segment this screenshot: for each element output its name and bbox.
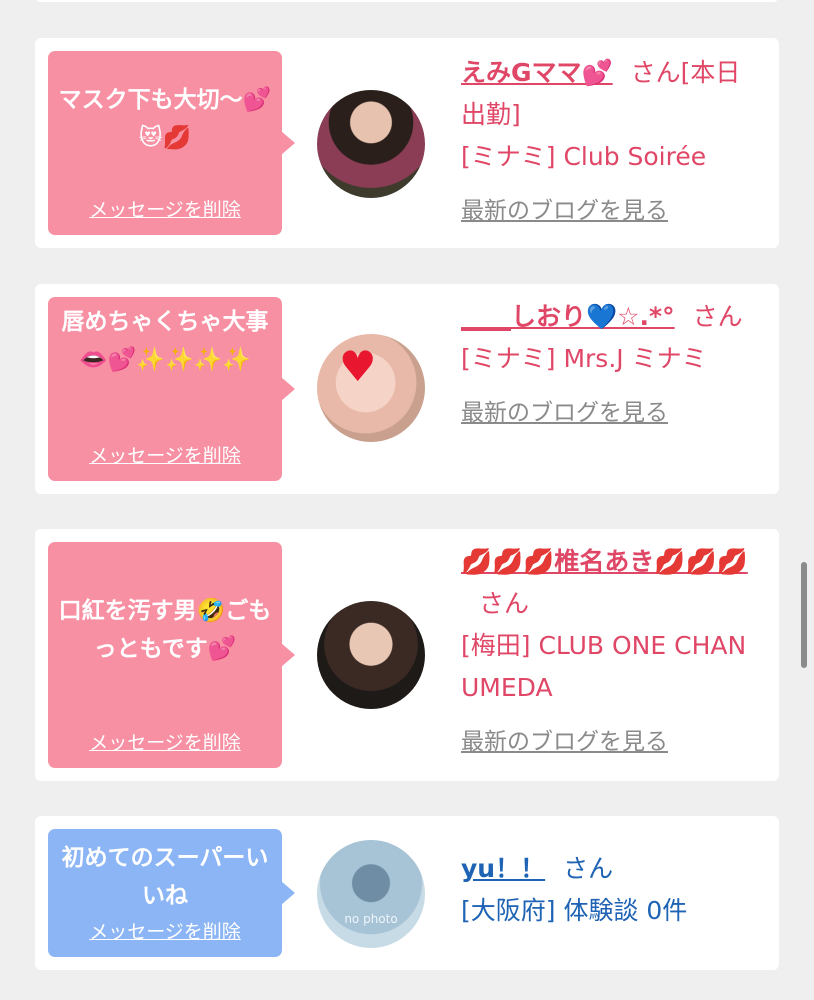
message-bubble: 初めてのスーパーいいね メッセージを削除 <box>48 829 295 957</box>
sender-name-link[interactable]: 💋💋💋椎名あき💋💋💋 <box>461 547 748 576</box>
message-card: マスク下も大切〜💕😻💋 メッセージを削除 えみGママ💕 さん[本日出勤] [ミナミ… <box>35 38 779 248</box>
avatar[interactable]: ♥ <box>317 334 425 442</box>
sender-info: 💋💋💋椎名あき💋💋💋 さん [梅田] CLUB ONE CHAN UMEDA 最新… <box>461 541 761 763</box>
sender-name-link[interactable]: ____しおり💙☆.*° <box>461 302 675 331</box>
message-bubble: 唇めちゃくちゃ大事👄💕✨✨✨✨ メッセージを削除 <box>48 297 295 481</box>
sender-suffix: さん <box>692 302 743 331</box>
sender-info: えみGママ💕 さん[本日出勤] [ミナミ] Club Soirée 最新のブログを… <box>461 52 761 232</box>
delete-message-link[interactable]: メッセージを削除 <box>48 724 282 762</box>
sender-info: ____しおり💙☆.*° さん [ミナミ] Mrs.J ミナミ 最新のブログを見る <box>461 296 761 434</box>
message-text: 口紅を汚す男🤣ごもっともです💕 <box>58 598 272 662</box>
shop-name: [大阪府] 体験談 0件 <box>461 896 688 925</box>
no-photo-label: no photo <box>344 912 398 926</box>
message-card: 唇めちゃくちゃ大事👄💕✨✨✨✨ メッセージを削除 ♥ ____しおり💙☆.*° さ… <box>35 284 779 494</box>
previous-card-edge <box>35 0 779 2</box>
sender-info: yu！！ さん [大阪府] 体験談 0件 <box>461 848 761 932</box>
avatar[interactable] <box>317 90 425 198</box>
avatar[interactable]: no photo <box>317 840 425 948</box>
avatar[interactable] <box>317 601 425 709</box>
message-card: 初めてのスーパーいいね メッセージを削除 no photo yu！！ さん [大阪… <box>35 816 779 970</box>
delete-message-link[interactable]: メッセージを削除 <box>48 437 282 475</box>
latest-blog-link[interactable]: 最新のブログを見る <box>461 392 761 434</box>
message-text: 初めてのスーパーいいね <box>61 845 269 909</box>
delete-message-link[interactable]: メッセージを削除 <box>48 191 282 229</box>
message-bubble: 口紅を汚す男🤣ごもっともです💕 メッセージを削除 <box>48 542 295 768</box>
message-card: 口紅を汚す男🤣ごもっともです💕 メッセージを削除 💋💋💋椎名あき💋💋💋 さん [梅… <box>35 529 779 781</box>
delete-message-link[interactable]: メッセージを削除 <box>48 913 282 951</box>
message-bubble: マスク下も大切〜💕😻💋 メッセージを削除 <box>48 51 295 235</box>
latest-blog-link[interactable]: 最新のブログを見る <box>461 190 761 232</box>
message-text: 唇めちゃくちゃ大事👄💕✨✨✨✨ <box>61 309 269 373</box>
latest-blog-link[interactable]: 最新のブログを見る <box>461 721 761 763</box>
message-text: マスク下も大切〜💕😻💋 <box>58 87 272 151</box>
heart-icon: ♥ <box>339 342 377 391</box>
sender-name-link[interactable]: yu！！ <box>461 854 545 883</box>
shop-name: [ミナミ] Mrs.J ミナミ <box>461 344 707 373</box>
sender-suffix: さん <box>479 589 530 618</box>
sender-name-link[interactable]: えみGママ💕 <box>461 58 613 87</box>
shop-name: [梅田] CLUB ONE CHAN UMEDA <box>461 631 747 702</box>
scrollbar[interactable] <box>801 562 807 668</box>
sender-suffix: さん <box>563 854 614 883</box>
shop-name: [ミナミ] Club Soirée <box>461 142 707 171</box>
